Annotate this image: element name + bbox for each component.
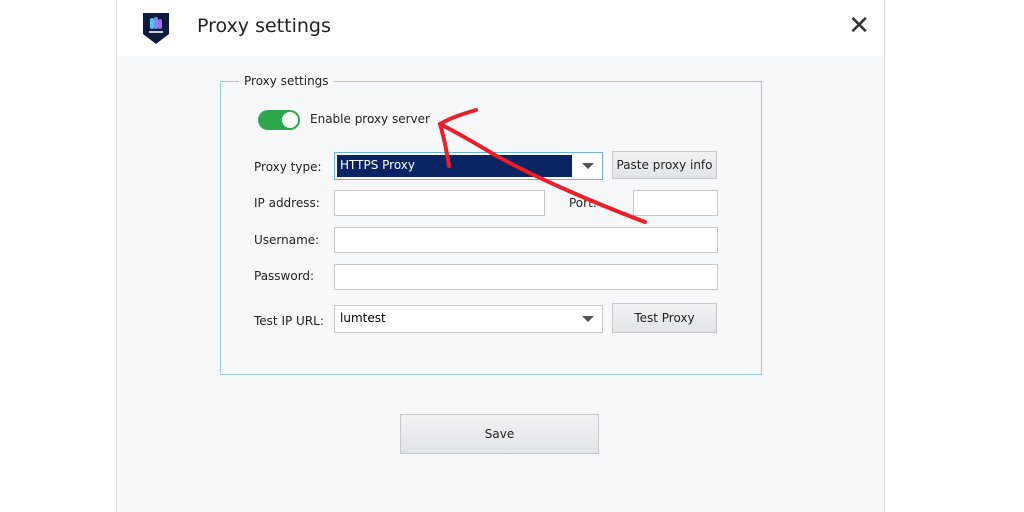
proxy-settings-group: Proxy settings Enable proxy server Proxy… [220,74,762,375]
port-input[interactable] [633,190,718,216]
group-legend: Proxy settings [239,74,334,88]
port-label: Port: [569,196,597,210]
ip-address-input[interactable] [334,190,545,216]
test-ip-url-value: lumtest [340,311,386,325]
save-button[interactable]: Save [400,414,599,454]
proxy-type-select[interactable]: HTTPS Proxy [334,152,603,180]
proxy-type-label: Proxy type: [254,160,322,174]
enable-proxy-toggle[interactable] [258,110,300,130]
chevron-down-icon [582,316,594,322]
password-label: Password: [254,269,315,283]
toggle-knob [282,112,298,128]
username-input[interactable] [334,227,718,253]
window-title: Proxy settings [197,15,331,37]
test-proxy-button[interactable]: Test Proxy [612,303,717,333]
password-input[interactable] [334,264,718,290]
chevron-down-icon [582,163,594,169]
enable-proxy-label: Enable proxy server [310,112,430,126]
paste-proxy-info-button[interactable]: Paste proxy info [612,151,717,179]
title-bar: Proxy settings ✕ [117,0,884,56]
ip-address-label: IP address: [254,196,320,210]
proxy-settings-window: Proxy settings ✕ Proxy settings Enable p… [116,0,885,512]
shield-logo-icon [143,13,169,44]
test-ip-url-select[interactable]: lumtest [334,305,603,333]
test-ip-url-label: Test IP URL: [254,314,324,328]
proxy-type-value: HTTPS Proxy [337,155,572,177]
username-label: Username: [254,233,320,247]
close-icon[interactable]: ✕ [848,12,870,40]
